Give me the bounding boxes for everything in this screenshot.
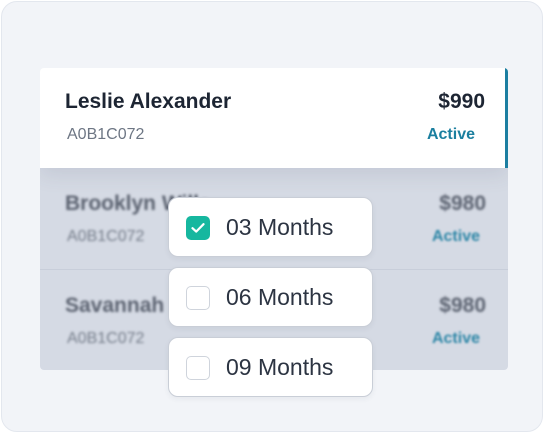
customer-price: $990 [438,90,485,113]
duration-option-label: 06 Months [226,284,334,310]
duration-option-06-months[interactable]: 06 Months [168,267,373,327]
checkbox-unchecked[interactable] [186,356,210,380]
checkbox-unchecked[interactable] [186,286,210,310]
duration-option-03-months[interactable]: 03 Months [168,197,373,257]
customer-code: A0B1C072 [67,330,145,347]
status-badge: Active [431,330,480,347]
customer-code: A0B1C072 [67,228,145,245]
check-icon [191,223,205,233]
duration-option-label: 09 Months [226,354,334,380]
duration-option-09-months[interactable]: 09 Months [168,337,373,397]
customer-price: $980 [439,294,486,317]
checkbox-checked[interactable] [186,216,210,240]
customer-price: $980 [439,192,486,215]
customer-code: A0B1C072 [67,126,145,143]
status-badge: Active [431,228,480,245]
customer-card-selected[interactable]: Leslie Alexander A0B1C072 $990 Active [40,68,508,168]
status-badge: Active [426,126,475,143]
customer-name: Leslie Alexander [65,90,232,113]
duration-option-label: 03 Months [226,214,334,240]
